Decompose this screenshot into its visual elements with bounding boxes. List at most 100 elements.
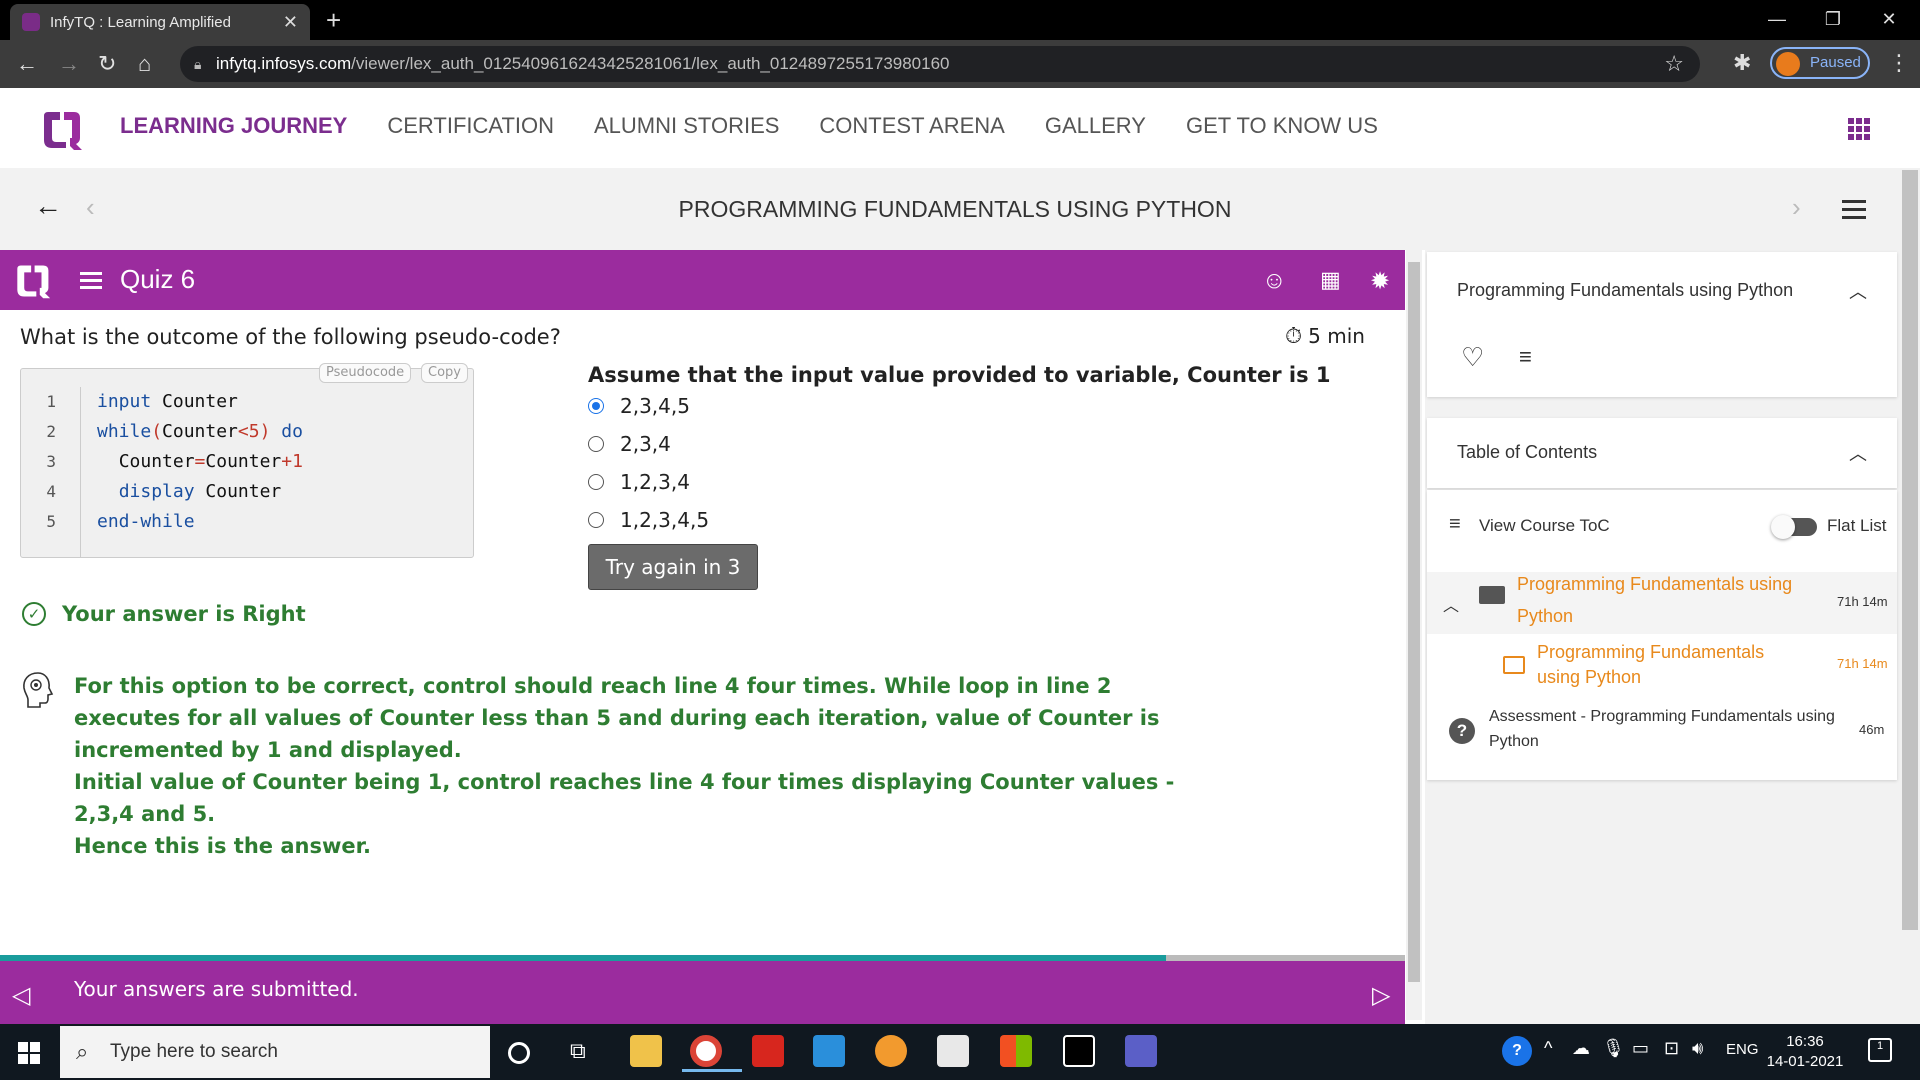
help-tray-icon[interactable]: ?	[1502, 1036, 1532, 1066]
course-info-card: Programming Fundamentals using Python ︿ …	[1427, 252, 1897, 397]
radio-button[interactable]	[588, 474, 604, 490]
collapse-chevron-icon[interactable]: ︿	[1849, 278, 1867, 304]
cloud-tray-icon[interactable]: ☁	[1572, 1038, 1590, 1059]
option-234[interactable]: 2,3,4	[588, 430, 671, 458]
line-numbers: 1 2 3 4 5	[21, 387, 81, 557]
lock-icon: 🔒︎	[194, 56, 202, 72]
mic-tray-icon[interactable]: 🎙︎	[1602, 1038, 1625, 1059]
quiz-scrollbar[interactable]	[1406, 250, 1422, 1020]
quiz-menu-icon[interactable]	[80, 272, 102, 293]
tray-overflow-icon[interactable]: ^	[1544, 1038, 1552, 1059]
settings-gear-icon[interactable]: ✹	[1370, 267, 1390, 296]
network-tray-icon[interactable]: ⊡	[1664, 1038, 1679, 1059]
line-number: 2	[46, 422, 56, 441]
toc-item-title: Programming Fundamentals using Python	[1517, 574, 1793, 626]
file-app-icon[interactable]	[937, 1035, 969, 1067]
view-course-toc-link[interactable]: View Course ToC	[1479, 516, 1610, 536]
line-number: 1	[46, 392, 56, 411]
calendar-icon[interactable]: ▦	[1320, 267, 1341, 293]
acrobat-icon[interactable]	[752, 1035, 784, 1067]
radio-button[interactable]	[588, 512, 604, 528]
course-title-bar: ← ‹ PROGRAMMING FUNDAMENTALS USING PYTHO…	[0, 168, 1900, 250]
chrome-icon[interactable]	[682, 1035, 742, 1072]
menu-icon[interactable]	[1842, 200, 1866, 224]
task-view-icon[interactable]: ⧉	[570, 1038, 586, 1064]
browser-back-icon[interactable]: ←	[16, 50, 38, 78]
question-text: What is the outcome of the following pse…	[20, 325, 561, 349]
collapse-chevron-icon[interactable]: ︿	[1849, 440, 1867, 466]
address-bar[interactable]: 🔒︎ infytq.infosys.com/viewer/lex_auth_01…	[180, 46, 1700, 82]
infytq-logo[interactable]	[38, 108, 84, 152]
battery-tray-icon[interactable]: ▭	[1632, 1038, 1649, 1059]
course-card-title: Programming Fundamentals using Python	[1457, 280, 1794, 300]
profile-button[interactable]: Paused	[1770, 47, 1870, 79]
toc-item-module[interactable]: ︿ Programming Fundamentals using Python …	[1427, 572, 1897, 634]
explanation-para: Initial value of Counter being 1, contro…	[74, 770, 1175, 826]
close-window-icon[interactable]: ✕	[1864, 4, 1914, 34]
toc-item-assessment[interactable]: ? Assessment - Programming Fundamentals …	[1427, 702, 1897, 768]
code-line: while(Counter<5) do	[97, 421, 303, 442]
option-12345[interactable]: 1,2,3,4,5	[588, 506, 709, 534]
toc-item-duration: 71h 14m	[1837, 594, 1888, 609]
nav-gallery[interactable]: GALLERY	[1045, 113, 1146, 139]
url-path: /viewer/lex_auth_0125409616243425281061/…	[351, 54, 950, 73]
new-tab-icon[interactable]: +	[326, 6, 341, 34]
toc-card: ≡ View Course ToC Flat List ︿ Programmin…	[1427, 490, 1897, 780]
restore-icon[interactable]: ❐	[1808, 4, 1858, 34]
line-number: 4	[46, 482, 56, 501]
toc-item-duration: 46m	[1859, 722, 1885, 737]
playlist-icon[interactable]: ≡	[1519, 344, 1532, 370]
option-2345[interactable]: 2,3,4,5	[588, 392, 690, 420]
language-indicator[interactable]: ENG	[1726, 1041, 1759, 1058]
bookmark-star-icon[interactable]: ☆	[1664, 46, 1684, 82]
copy-code-button[interactable]: Copy	[421, 363, 468, 383]
nav-contest-arena[interactable]: CONTEST ARENA	[819, 113, 1004, 139]
nav-alumni-stories[interactable]: ALUMNI STORIES	[594, 113, 779, 139]
try-again-button[interactable]: Try again in 3	[588, 544, 758, 590]
nav-get-to-know-us[interactable]: GET TO KNOW US	[1186, 113, 1378, 139]
start-windows-icon[interactable]	[18, 1042, 40, 1064]
nav-certification[interactable]: CERTIFICATION	[387, 113, 554, 139]
teams-icon[interactable]	[1125, 1035, 1157, 1067]
browser-tab[interactable]: InfyTQ : Learning Amplified ✕	[10, 4, 310, 40]
clock-time: 16:36	[1786, 1033, 1824, 1050]
toc-list-icon: ≡	[1449, 513, 1461, 535]
pseudocode-tab[interactable]: Pseudocode	[319, 363, 412, 383]
toc-header-card: Table of Contents ︿	[1427, 418, 1897, 488]
close-tab-icon[interactable]: ✕	[283, 12, 298, 33]
code-line: input Counter	[97, 391, 238, 412]
cortana-icon[interactable]	[508, 1042, 530, 1064]
pycharm-icon[interactable]	[1063, 1035, 1095, 1067]
quiz-title: Quiz 6	[120, 264, 196, 294]
expand-chevron-icon[interactable]: ︿	[1443, 592, 1459, 616]
extensions-puzzle-icon[interactable]: ✱	[1733, 50, 1751, 76]
minimize-icon[interactable]: —	[1752, 4, 1802, 34]
next-question-icon[interactable]: ▷	[1372, 981, 1390, 1010]
vscode-icon[interactable]	[813, 1035, 845, 1067]
sublime-icon[interactable]	[875, 1035, 907, 1067]
taskbar-search-input[interactable]: ⌕ Type here to search	[60, 1026, 490, 1078]
smiley-icon[interactable]: ☺	[1262, 267, 1287, 295]
apps-grid-icon[interactable]	[1848, 118, 1870, 140]
notification-center-icon[interactable]: 1	[1868, 1038, 1892, 1062]
reload-icon[interactable]: ↻	[98, 50, 116, 78]
volume-tray-icon[interactable]: 🔊︎	[1692, 1038, 1703, 1059]
browser-forward-icon[interactable]: →	[58, 50, 80, 78]
page-scrollbar[interactable]	[1900, 168, 1920, 1024]
flat-list-label: Flat List	[1827, 516, 1887, 535]
home-icon[interactable]: ⌂	[138, 50, 151, 78]
option-1234[interactable]: 1,2,3,4	[588, 468, 690, 496]
heart-icon[interactable]: ♡	[1461, 342, 1484, 373]
file-explorer-icon[interactable]	[630, 1035, 662, 1067]
toc-item-resource[interactable]: Programming Fundamentals using Python 71…	[1427, 638, 1897, 700]
clock[interactable]: 16:36 14-01-2021	[1765, 1032, 1845, 1072]
clock-date: 14-01-2021	[1766, 1053, 1844, 1070]
radio-button[interactable]	[588, 398, 604, 414]
browser-menu-icon[interactable]: ⋮	[1888, 50, 1910, 76]
flat-list-toggle[interactable]	[1771, 515, 1817, 539]
radio-button[interactable]	[588, 436, 604, 452]
ms-store-icon[interactable]	[1000, 1035, 1032, 1067]
next-chevron-icon[interactable]: ›	[1792, 192, 1801, 223]
prev-question-icon[interactable]: ◁	[12, 981, 30, 1010]
nav-learning-journey[interactable]: LEARNING JOURNEY	[120, 113, 347, 139]
